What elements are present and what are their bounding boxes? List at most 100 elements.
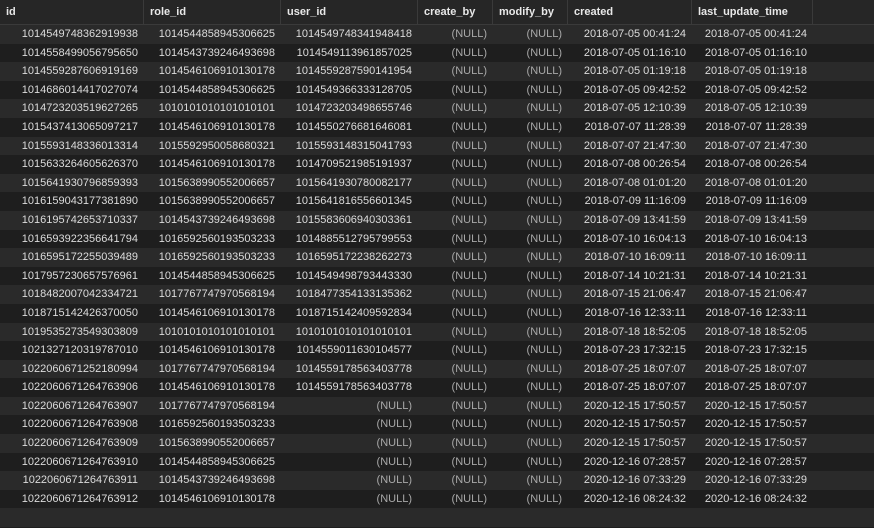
table-cell[interactable]: 2018-07-09 13:41:59 [692, 211, 813, 230]
table-cell[interactable]: (NULL) [418, 323, 493, 342]
table-cell[interactable]: (NULL) [493, 44, 568, 63]
table-row[interactable]: 1016195742653710337 1014543739246493698 10… [0, 210, 874, 230]
table-cell[interactable]: (NULL) [493, 155, 568, 174]
table-cell[interactable] [493, 508, 568, 527]
table-cell[interactable]: (NULL) [493, 267, 568, 286]
table-row[interactable]: 1022060671264763906 1014546106910130178 10… [0, 378, 874, 397]
table-cell[interactable]: 2018-07-16 12:33:11 [692, 304, 813, 323]
table-cell[interactable]: (NULL) [493, 415, 568, 434]
table-cell[interactable]: 1014709521985191937 [281, 155, 418, 174]
column-header-id[interactable]: id [0, 0, 144, 24]
table-cell[interactable]: 2020-12-15 17:50:57 [568, 415, 692, 434]
table-row[interactable]: 1016159043177381890 1015638990552006657 10… [0, 192, 874, 211]
table-cell[interactable]: 1010101010101010101 [281, 323, 418, 342]
table-cell[interactable]: 1014549498793443330 [281, 267, 418, 286]
table-row[interactable]: 1015593148336013314 1015592950058680321 10… [0, 136, 874, 156]
table-cell[interactable]: 2018-07-08 00:26:54 [692, 155, 813, 174]
table-row[interactable]: 1016593922356641794 1016592560193503233 10… [0, 229, 874, 249]
table-cell[interactable]: 2018-07-09 13:41:59 [568, 211, 692, 230]
table-cell[interactable]: 1014546106910130178 [144, 378, 281, 397]
table-cell[interactable]: 1014559011630104577 [281, 341, 418, 360]
table-cell[interactable]: 1014686014417027074 [0, 81, 144, 100]
table-cell[interactable]: 1022060671252180994 [0, 360, 144, 379]
table-cell[interactable]: 1014885512795799553 [281, 230, 418, 249]
table-cell[interactable]: 2020-12-15 17:50:57 [692, 397, 813, 416]
table-cell[interactable]: 2018-07-25 18:07:07 [692, 378, 813, 397]
table-row[interactable]: 1014723203519627265 1010101010101010101 10… [0, 99, 874, 118]
table-cell[interactable]: 2020-12-16 08:24:32 [692, 490, 813, 509]
table-cell[interactable]: (NULL) [418, 192, 493, 211]
column-header-user-id[interactable]: user_id [281, 0, 418, 24]
table-cell[interactable]: (NULL) [493, 397, 568, 416]
table-cell[interactable]: 2018-07-05 01:19:18 [568, 62, 692, 81]
table-cell[interactable]: (NULL) [493, 360, 568, 379]
table-row[interactable]: 1014686014417027074 1014544858945306625 10… [0, 80, 874, 100]
table-row[interactable]: 1018482007042334721 1017767747970568194 10… [0, 285, 874, 304]
table-cell[interactable]: 1022060671264763908 [0, 415, 144, 434]
table-row[interactable]: 1014549748362919938 1014544858945306625 10… [0, 25, 874, 44]
table-cell[interactable]: (NULL) [281, 453, 418, 472]
table-cell[interactable]: 2018-07-10 16:04:13 [692, 230, 813, 249]
table-cell[interactable]: 2018-07-14 10:21:31 [568, 267, 692, 286]
table-cell[interactable]: 2018-07-08 01:01:20 [568, 174, 692, 193]
table-cell[interactable]: 2018-07-16 12:33:11 [568, 304, 692, 323]
table-cell[interactable]: 2018-07-05 01:16:10 [568, 44, 692, 63]
table-cell[interactable]: 1015593148315041793 [281, 137, 418, 156]
table-cell[interactable]: 1014559178563403778 [281, 360, 418, 379]
column-header-role-id[interactable]: role_id [144, 0, 281, 24]
table-cell[interactable]: 2018-07-05 00:41:24 [692, 25, 813, 44]
table-cell[interactable]: (NULL) [418, 62, 493, 81]
table-cell[interactable]: (NULL) [493, 434, 568, 453]
table-cell[interactable]: 2018-07-07 11:28:39 [692, 118, 813, 137]
table-cell[interactable]: (NULL) [493, 118, 568, 137]
table-cell[interactable]: 1018715142426370050 [0, 304, 144, 323]
table-cell[interactable]: (NULL) [493, 99, 568, 118]
table-row[interactable]: 1015641930796859393 1015638990552006657 10… [0, 173, 874, 193]
table-cell[interactable]: 1022060671264763912 [0, 490, 144, 509]
table-cell[interactable]: (NULL) [493, 453, 568, 472]
table-cell[interactable]: (NULL) [418, 248, 493, 267]
table-cell[interactable]: 2020-12-16 07:28:57 [692, 453, 813, 472]
table-cell[interactable]: 1014559178563403778 [281, 378, 418, 397]
table-cell[interactable]: 2018-07-23 17:32:15 [568, 341, 692, 360]
table-cell[interactable]: 2018-07-10 16:09:11 [692, 248, 813, 267]
table-cell[interactable]: 2018-07-08 00:26:54 [568, 155, 692, 174]
table-cell[interactable]: 2020-12-16 07:33:29 [568, 471, 692, 490]
table-cell[interactable]: 1021327120319787010 [0, 341, 144, 360]
table-cell[interactable]: 2020-12-15 17:50:57 [568, 397, 692, 416]
table-cell[interactable]: (NULL) [418, 267, 493, 286]
table-row[interactable]: 1022060671264763908 1016592560193503233 (N… [0, 415, 874, 435]
table-cell[interactable]: (NULL) [493, 285, 568, 304]
table-cell[interactable]: (NULL) [493, 304, 568, 323]
table-cell[interactable]: (NULL) [493, 230, 568, 249]
table-cell[interactable]: 1015437413065097217 [0, 118, 144, 137]
table-cell[interactable]: 1010101010101010101 [144, 99, 281, 118]
table-cell[interactable]: (NULL) [281, 397, 418, 416]
table-cell[interactable]: 2018-07-05 01:16:10 [692, 44, 813, 63]
table-row[interactable]: 1022060671264763907 1017767747970568194 (N… [0, 396, 874, 416]
table-cell[interactable]: 2018-07-05 00:41:24 [568, 25, 692, 44]
table-cell[interactable]: 2018-07-07 11:28:39 [568, 118, 692, 137]
table-cell[interactable]: (NULL) [418, 25, 493, 44]
table-cell[interactable]: 2020-12-16 07:33:29 [692, 471, 813, 490]
table-cell[interactable]: 2018-07-07 21:47:30 [568, 137, 692, 156]
table-cell[interactable]: 2018-07-09 11:16:09 [568, 192, 692, 211]
table-cell[interactable]: 1016159043177381890 [0, 192, 144, 211]
table-cell[interactable]: (NULL) [418, 285, 493, 304]
table-row[interactable]: 1022060671264763909 1015638990552006657 (N… [0, 434, 874, 453]
table-cell[interactable]: 1017767747970568194 [144, 397, 281, 416]
result-grid[interactable]: id role_id user_id create_by modify_by c… [0, 0, 874, 528]
table-row[interactable]: 1019535273549303809 1010101010101010101 10… [0, 322, 874, 342]
table-cell[interactable]: 1018477354133135362 [281, 285, 418, 304]
table-cell[interactable]: 2018-07-25 18:07:07 [692, 360, 813, 379]
table-cell[interactable]: (NULL) [493, 341, 568, 360]
table-cell[interactable]: 2018-07-15 21:06:47 [692, 285, 813, 304]
table-cell[interactable]: 1014723203498655746 [281, 99, 418, 118]
table-cell[interactable]: 1014544858945306625 [144, 453, 281, 472]
table-cell[interactable]: 2020-12-15 17:50:57 [568, 434, 692, 453]
column-header-created[interactable]: created [568, 0, 692, 24]
table-cell[interactable]: 2020-12-15 17:50:57 [692, 434, 813, 453]
table-cell[interactable] [281, 508, 418, 527]
table-cell[interactable]: (NULL) [418, 304, 493, 323]
table-row[interactable]: 1015437413065097217 1014546106910130178 10… [0, 117, 874, 137]
